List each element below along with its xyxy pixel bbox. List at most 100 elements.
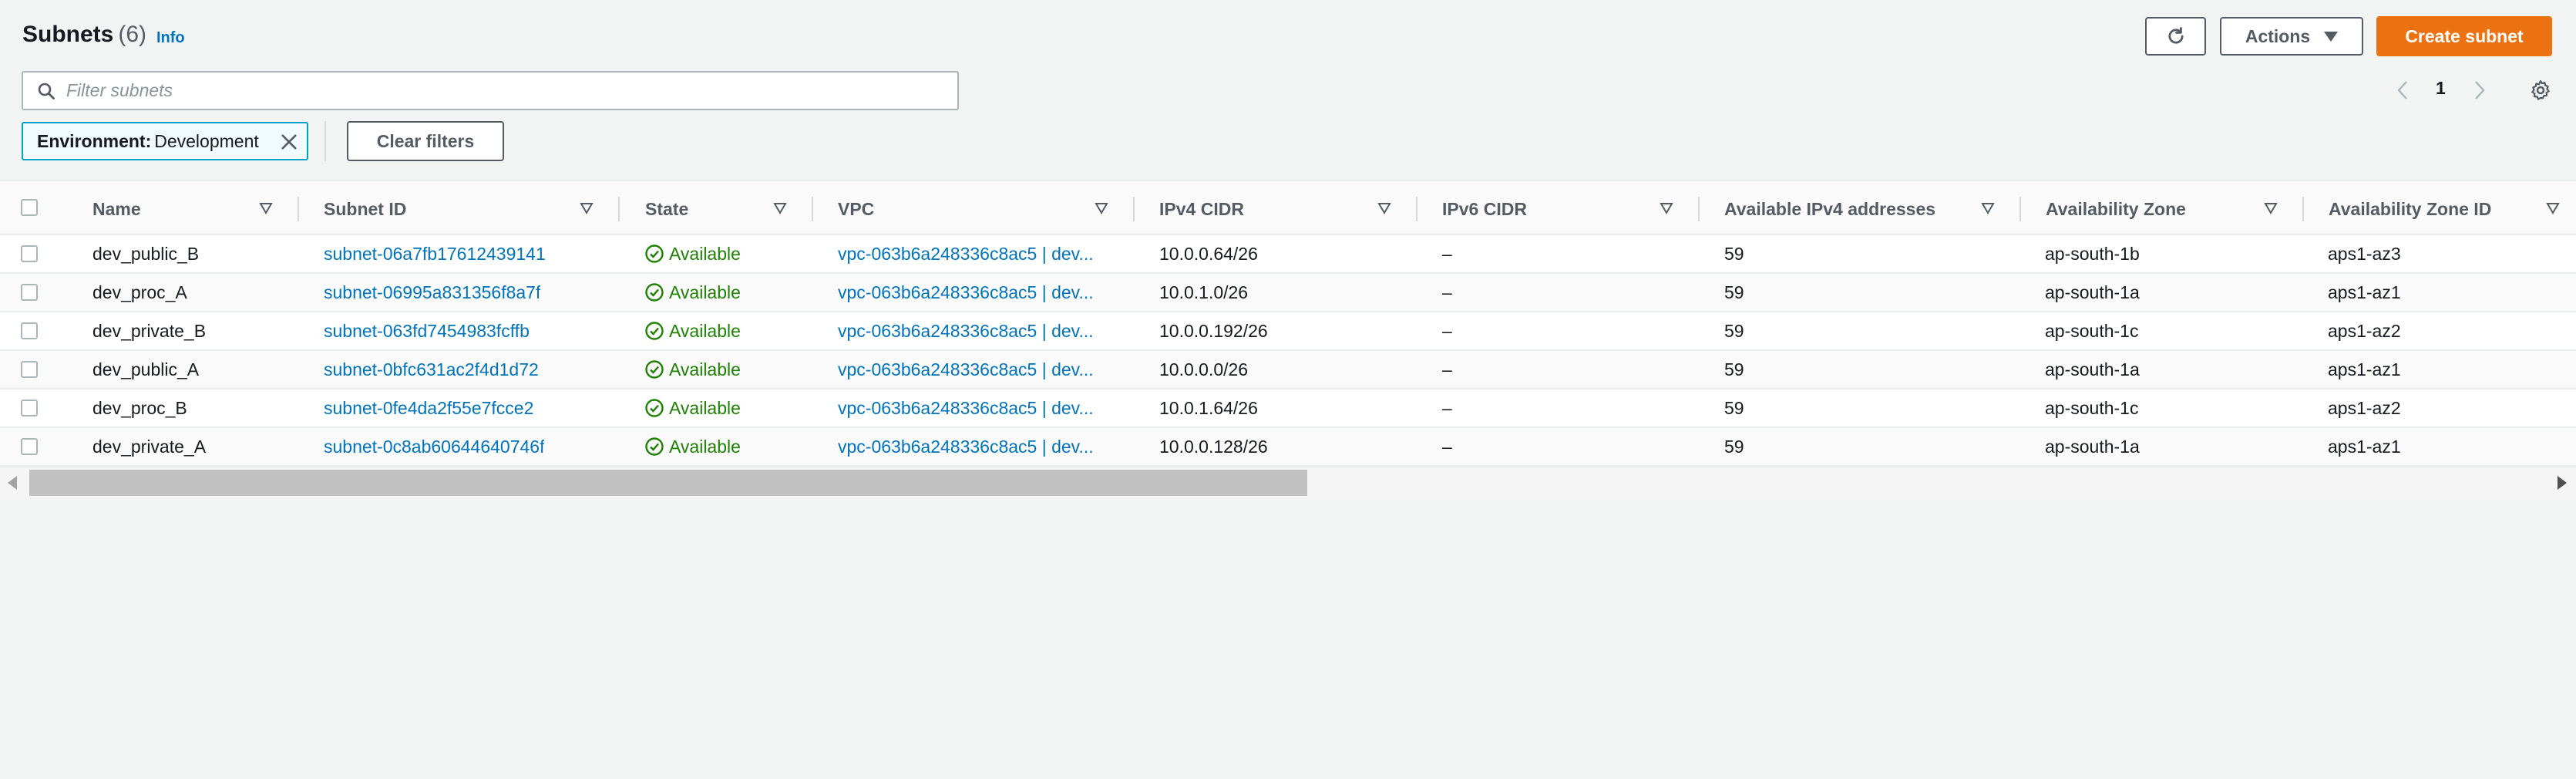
info-link[interactable]: Info <box>156 29 185 47</box>
table-row[interactable]: dev_proc_A subnet-06995a831356f8a7f Avai… <box>0 274 2576 312</box>
column-header-subnet-id[interactable]: Subnet ID <box>324 181 406 237</box>
row-checkbox[interactable] <box>21 400 38 416</box>
column-header-availability-zone[interactable]: Availability Zone <box>2046 181 2186 237</box>
cell-ipv6-cidr: – <box>1442 282 1452 302</box>
row-checkbox[interactable] <box>21 322 38 339</box>
column-header-vpc[interactable]: VPC <box>838 181 874 237</box>
column-resizer[interactable] <box>2302 197 2304 221</box>
cell-available-ipv4: 59 <box>1724 436 1744 457</box>
close-icon <box>281 134 297 150</box>
column-header-ipv4-cidr[interactable]: IPv4 CIDR <box>1159 181 1244 237</box>
column-header-name[interactable]: Name <box>92 181 141 237</box>
cell-available-ipv4: 59 <box>1724 243 1744 264</box>
sort-icon[interactable] <box>1095 201 1108 215</box>
preferences-button[interactable] <box>2525 75 2556 106</box>
row-checkbox[interactable] <box>21 438 38 455</box>
sort-icon[interactable] <box>2264 201 2278 215</box>
check-circle-icon <box>645 360 664 379</box>
cell-subnet-id-link[interactable]: subnet-0fe4da2f55e7fcce2 <box>324 390 533 427</box>
cell-vpc-link[interactable]: vpc-063b6a248336c8ac5 | dev... <box>838 351 1094 388</box>
filter-divider <box>325 121 326 161</box>
check-circle-icon <box>645 283 664 302</box>
cell-name: dev_proc_A <box>92 282 187 302</box>
scrollbar-thumb[interactable] <box>29 470 1307 496</box>
cell-subnet-id-link[interactable]: subnet-06a7fb17612439141 <box>324 235 546 272</box>
horizontal-scrollbar[interactable] <box>0 468 2576 497</box>
cell-availability-zone-id: aps1-az1 <box>2328 436 2401 457</box>
remove-filter-button[interactable] <box>279 132 299 152</box>
column-resizer[interactable] <box>618 197 620 221</box>
column-resizer[interactable] <box>812 197 813 221</box>
create-subnet-button[interactable]: Create subnet <box>2376 16 2552 56</box>
cell-vpc-link[interactable]: vpc-063b6a248336c8ac5 | dev... <box>838 312 1094 349</box>
cell-state: Available <box>644 428 741 465</box>
cell-name: dev_public_B <box>92 243 200 264</box>
select-all-checkbox[interactable] <box>21 199 38 216</box>
cell-name: dev_private_B <box>92 320 207 341</box>
filter-search-box[interactable] <box>22 71 959 110</box>
actions-dropdown-button[interactable]: Actions <box>2220 17 2363 56</box>
column-resizer[interactable] <box>2019 197 2021 221</box>
cell-ipv4-cidr: 10.0.1.64/26 <box>1159 397 1258 418</box>
check-circle-icon <box>645 437 664 456</box>
column-header-availability-zone-id[interactable]: Availability Zone ID <box>2329 181 2491 237</box>
refresh-button[interactable] <box>2145 17 2206 56</box>
column-resizer[interactable] <box>1698 197 1700 221</box>
cell-ipv6-cidr: – <box>1442 436 1452 457</box>
scroll-right-arrow-icon[interactable] <box>2558 476 2567 490</box>
cell-availability-zone: ap-south-1c <box>2045 397 2139 418</box>
column-resizer[interactable] <box>298 197 299 221</box>
cell-vpc-link[interactable]: vpc-063b6a248336c8ac5 | dev... <box>838 390 1094 427</box>
cell-subnet-id-link[interactable]: subnet-06995a831356f8a7f <box>324 274 540 311</box>
state-label: Available <box>669 397 741 418</box>
gear-icon <box>2531 80 2550 100</box>
clear-filters-button[interactable]: Clear filters <box>347 121 504 161</box>
cell-vpc-link[interactable]: vpc-063b6a248336c8ac5 | dev... <box>838 428 1094 465</box>
chevron-right-icon <box>2475 81 2485 99</box>
row-checkbox[interactable] <box>21 284 38 301</box>
cell-subnet-id-link[interactable]: subnet-0c8ab60644640746f <box>324 428 544 465</box>
sort-icon[interactable] <box>2546 201 2560 215</box>
sort-icon[interactable] <box>1660 201 1673 215</box>
row-checkbox[interactable] <box>21 361 38 378</box>
cell-ipv6-cidr: – <box>1442 359 1452 379</box>
cell-name: dev_public_A <box>92 359 200 379</box>
state-label: Available <box>669 436 741 457</box>
page-number[interactable]: 1 <box>2436 78 2446 99</box>
column-resizer[interactable] <box>1133 197 1135 221</box>
sort-icon[interactable] <box>259 201 273 215</box>
cell-vpc-link[interactable]: vpc-063b6a248336c8ac5 | dev... <box>838 274 1094 311</box>
scroll-left-arrow-icon[interactable] <box>8 476 17 490</box>
refresh-icon <box>2167 27 2184 44</box>
sort-icon[interactable] <box>580 201 594 215</box>
cell-vpc-link[interactable]: vpc-063b6a248336c8ac5 | dev... <box>838 235 1094 272</box>
actions-label: Actions <box>2245 25 2311 46</box>
filter-token: Environment: Development <box>22 122 308 160</box>
cell-state: Available <box>644 312 741 349</box>
column-header-state[interactable]: State <box>645 181 688 237</box>
sort-icon[interactable] <box>773 201 787 215</box>
cell-ipv6-cidr: – <box>1442 397 1452 418</box>
table-row[interactable]: dev_public_A subnet-0bfc631ac2f4d1d72 Av… <box>0 351 2576 390</box>
column-resizer[interactable] <box>1416 197 1417 221</box>
cell-availability-zone: ap-south-1a <box>2045 436 2140 457</box>
cell-subnet-id-link[interactable]: subnet-0bfc631ac2f4d1d72 <box>324 351 539 388</box>
cell-state: Available <box>644 235 741 272</box>
sort-icon[interactable] <box>1981 201 1995 215</box>
sort-icon[interactable] <box>1377 201 1391 215</box>
state-label: Available <box>669 282 741 302</box>
row-checkbox[interactable] <box>21 245 38 262</box>
table-row[interactable]: dev_proc_B subnet-0fe4da2f55e7fcce2 Avai… <box>0 390 2576 428</box>
table-row[interactable]: dev_private_A subnet-0c8ab60644640746f A… <box>0 428 2576 467</box>
column-header-ipv6-cidr[interactable]: IPv6 CIDR <box>1442 181 1527 237</box>
column-header-available-ipv4[interactable]: Available IPv4 addresses <box>1724 181 1935 237</box>
filter-value: Development <box>154 130 259 151</box>
table-row[interactable]: dev_private_B subnet-063fd7454983fcffb A… <box>0 312 2576 351</box>
previous-page-button[interactable] <box>2391 76 2414 105</box>
cell-subnet-id-link[interactable]: subnet-063fd7454983fcffb <box>324 312 530 349</box>
search-input[interactable] <box>66 73 957 109</box>
cell-availability-zone: ap-south-1b <box>2045 243 2140 264</box>
table-row[interactable]: dev_public_B subnet-06a7fb17612439141 Av… <box>0 235 2576 274</box>
filter-key: Environment: <box>37 130 152 151</box>
next-page-button[interactable] <box>2468 76 2491 105</box>
